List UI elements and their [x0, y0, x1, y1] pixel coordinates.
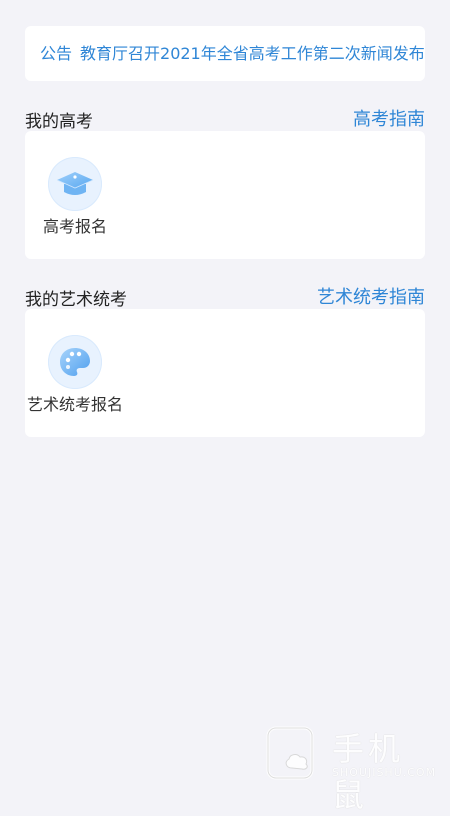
gaokao-registration-tile[interactable]: 高考报名 — [25, 131, 125, 241]
watermark-logo-icon — [266, 726, 314, 780]
palette-icon — [48, 335, 102, 389]
art-exam-section-header: 我的艺术统考 艺术统考指南 — [25, 281, 425, 310]
gaokao-guide-link[interactable]: 高考指南 — [353, 105, 425, 131]
art-exam-card: 艺术统考报名 — [25, 309, 425, 437]
status-bar-area — [0, 0, 450, 10]
art-exam-section-title: 我的艺术统考 — [25, 290, 127, 310]
art-exam-guide-link[interactable]: 艺术统考指南 — [317, 283, 425, 309]
graduation-cap-icon — [48, 157, 102, 211]
notice-content[interactable]: 教育厅召开2021年全省高考工作第二次新闻发布会 — [80, 44, 425, 63]
watermark: 手机鼠 SHOUJISHU.COM — [262, 722, 435, 814]
notice-label: 公告 — [40, 44, 73, 63]
gaokao-section-title: 我的高考 — [25, 112, 93, 132]
notice-bar[interactable]: 公告 教育厅召开2021年全省高考工作第二次新闻发布会 — [25, 26, 425, 81]
gaokao-section-header: 我的高考 高考指南 — [25, 103, 425, 132]
notice-scroll-text[interactable]: 公告 教育厅召开2021年全省高考工作第二次新闻发布会 — [40, 44, 425, 64]
watermark-url: SHOUJISHU.COM — [332, 766, 437, 779]
gaokao-card: 高考报名 — [25, 131, 425, 259]
art-exam-registration-tile[interactable]: 艺术统考报名 — [25, 309, 125, 419]
gaokao-registration-label: 高考报名 — [42, 217, 107, 236]
art-exam-registration-label: 艺术统考报名 — [26, 395, 123, 414]
